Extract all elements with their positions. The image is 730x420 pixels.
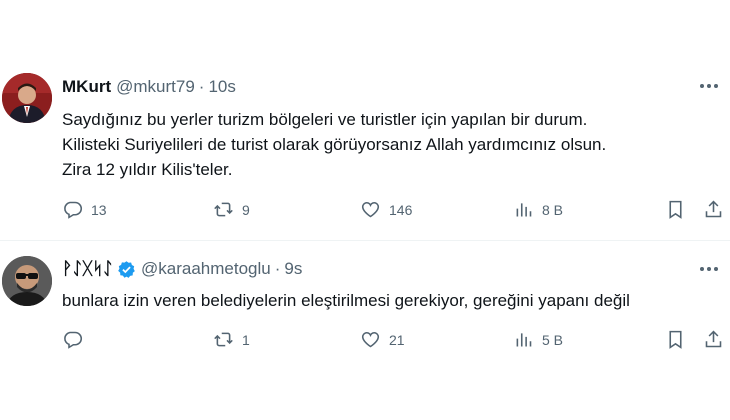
bookmark-icon — [669, 330, 682, 349]
separator: · — [274, 259, 281, 278]
bookmark-button[interactable] — [665, 199, 686, 220]
retweet-count: 1 — [242, 331, 250, 348]
user-handle[interactable]: @karaahmetoglu — [141, 259, 271, 279]
share-icon — [705, 200, 722, 218]
like-button[interactable]: 146 — [360, 199, 412, 220]
share-button[interactable] — [703, 329, 724, 350]
tweet-text: bunlara izin veren belediyelerin eleştir… — [62, 288, 712, 313]
views-button[interactable]: 8 B — [513, 199, 563, 220]
tweet-text-line: Zira 12 yıldır Kilis'teler. — [62, 160, 233, 179]
bookmark-icon — [669, 200, 682, 219]
reply-count: 13 — [91, 201, 107, 218]
more-icon[interactable] — [698, 76, 720, 96]
separator: · — [198, 77, 205, 96]
avatar-image — [2, 73, 52, 123]
like-count: 146 — [389, 201, 413, 218]
verified-icon — [117, 260, 136, 279]
retweet-button[interactable]: 9 — [213, 199, 250, 220]
like-button[interactable]: 21 — [360, 329, 405, 350]
like-icon — [361, 331, 380, 348]
tweet-header: MKurt @mkurt79 · 10s — [62, 77, 236, 97]
display-name[interactable]: MKurt — [62, 77, 111, 97]
views-count: 5 B — [542, 331, 564, 348]
avatar[interactable] — [2, 73, 52, 123]
views-count: 8 B — [542, 201, 564, 218]
reply-icon — [64, 201, 83, 219]
tweet-text: Saydığınız bu yerler turizm bölgeleri ve… — [62, 107, 712, 182]
retweet-count: 9 — [242, 201, 250, 218]
like-count: 21 — [389, 331, 405, 348]
views-icon — [516, 203, 532, 217]
more-icon[interactable] — [698, 259, 720, 279]
tweet-text-line: Saydığınız bu yerler turizm bölgeleri ve… — [62, 110, 588, 129]
avatar-image — [2, 256, 52, 306]
reply-button[interactable] — [62, 329, 91, 350]
views-icon — [516, 333, 532, 347]
retweet-button[interactable]: 1 — [213, 329, 250, 350]
retweet-icon — [214, 202, 233, 217]
action-bar: 1 21 5 B — [60, 329, 725, 353]
timestamp[interactable]: 9s — [284, 259, 302, 279]
like-icon — [361, 201, 380, 218]
reply-button[interactable]: 13 — [62, 199, 107, 220]
bookmark-button[interactable] — [665, 329, 686, 350]
tweet-header: ᚹᛇᚷᛋᛇ @karaahmetoglu · 9s — [62, 259, 302, 279]
views-button[interactable]: 5 B — [513, 329, 563, 350]
tweet-1[interactable]: MKurt @mkurt79 · 10s Saydığınız bu yerle… — [0, 0, 730, 240]
reply-icon — [64, 331, 83, 349]
share-button[interactable] — [703, 199, 724, 220]
user-handle[interactable]: @mkurt79 — [116, 77, 195, 97]
retweet-icon — [214, 332, 233, 347]
timestamp[interactable]: 10s — [208, 77, 235, 97]
tweet-text-line: Kilisteki Suriyelileri de turist olarak … — [62, 135, 607, 154]
avatar[interactable] — [2, 256, 52, 306]
share-icon — [705, 330, 722, 348]
tweet-text-line: bunlara izin veren belediyelerin eleştir… — [62, 291, 630, 310]
action-bar: 13 9 146 8 B — [60, 199, 725, 223]
display-name[interactable]: ᚹᛇᚷᛋᛇ — [62, 259, 113, 279]
